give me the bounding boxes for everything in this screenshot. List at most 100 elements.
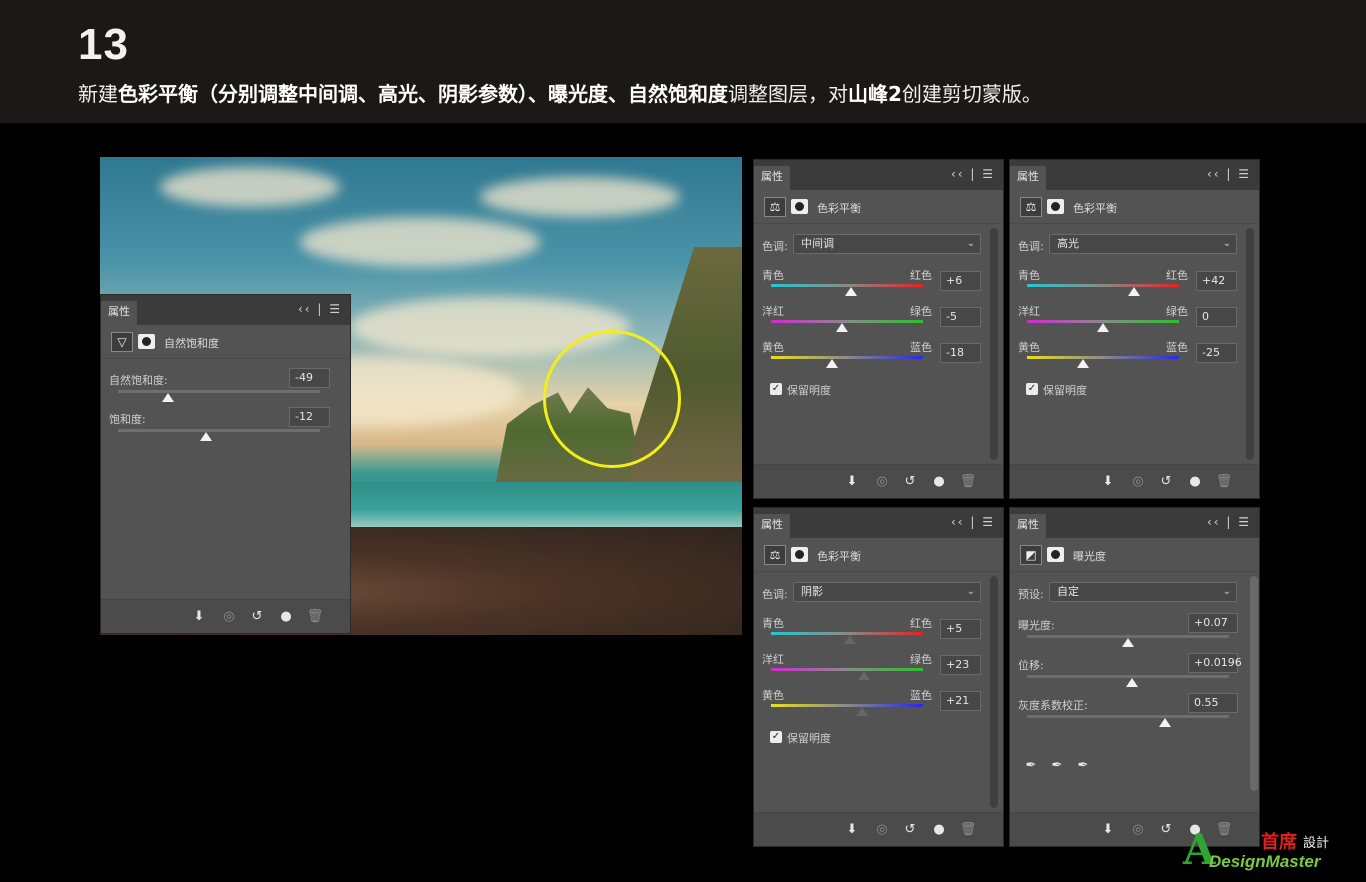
clip-to-layer-icon[interactable]: ⬇	[1097, 472, 1119, 492]
yellow-blue-input[interactable]: -18	[940, 343, 981, 363]
scrollbar[interactable]	[990, 576, 998, 808]
panel-menu-icon[interactable]: ‹‹ | ☰	[1207, 167, 1251, 181]
red-label: 红色	[1166, 269, 1188, 282]
clip-to-layer-icon[interactable]: ⬇	[1097, 820, 1119, 840]
preserve-luminosity-checkbox[interactable]: ✓	[1026, 383, 1038, 395]
cyan-red-slider-thumb[interactable]	[845, 287, 857, 296]
exposure-slider-thumb[interactable]	[1122, 638, 1134, 647]
gamma-slider-thumb[interactable]	[1159, 718, 1171, 727]
yellow-blue-input[interactable]: +21	[940, 691, 981, 711]
vibrance-slider-track[interactable]	[118, 390, 320, 393]
logo-cn-sub: 設計	[1303, 836, 1330, 851]
gray-eyedropper-icon[interactable]: ✒	[1046, 756, 1068, 776]
offset-input[interactable]: +0.0196	[1188, 653, 1242, 673]
magenta-green-input[interactable]: +23	[940, 655, 981, 675]
magenta-green-slider-thumb[interactable]	[1097, 323, 1109, 332]
cyan-red-slider-track[interactable]	[1027, 284, 1179, 287]
visibility-eye-icon[interactable]: ●	[275, 607, 297, 627]
scrollbar[interactable]	[990, 228, 998, 460]
magenta-green-input[interactable]: 0	[1196, 307, 1237, 327]
trash-icon[interactable]: 🗑	[1213, 472, 1235, 492]
view-previous-icon[interactable]: ◎	[1127, 472, 1149, 492]
vibrance-input[interactable]: -49	[289, 368, 330, 388]
preset-label: 预设:	[1018, 588, 1044, 601]
yellow-blue-slider-track[interactable]	[771, 356, 923, 359]
view-previous-icon[interactable]: ◎	[218, 607, 240, 627]
green-label: 绿色	[910, 653, 932, 666]
offset-slider-thumb[interactable]	[1126, 678, 1138, 687]
cyan-red-slider-thumb[interactable]	[844, 635, 856, 644]
properties-panel-color-balance-midtones: 属性 ‹‹ | ☰ ⚖ 色彩平衡 色调: 中间调 ⌄ 青色 红色 +6 洋红 绿色 -…	[753, 159, 1004, 499]
clip-to-layer-icon[interactable]: ⬇	[841, 820, 863, 840]
mask-icon[interactable]	[791, 199, 808, 214]
mask-icon[interactable]	[138, 334, 155, 349]
tab-properties[interactable]: 属性	[754, 166, 790, 190]
view-previous-icon[interactable]: ◎	[871, 820, 893, 840]
saturation-slider-track[interactable]	[118, 429, 320, 432]
panel-menu-icon[interactable]: ‹‹ | ☰	[951, 167, 995, 181]
scrollbar[interactable]	[1250, 576, 1258, 791]
mask-icon[interactable]	[791, 547, 808, 562]
designmaster-logo: A 首席 設計 DesignMaster	[1183, 826, 1361, 876]
tone-label: 色调:	[1018, 240, 1044, 253]
reset-icon[interactable]: ↺	[1155, 820, 1177, 840]
trash-icon[interactable]: 🗑	[957, 820, 979, 840]
tone-dropdown[interactable]: 高光 ⌄	[1049, 234, 1237, 254]
yellow-blue-slider-track[interactable]	[771, 704, 923, 707]
trash-icon[interactable]: 🗑	[304, 607, 326, 627]
cyan-red-input[interactable]: +6	[940, 271, 981, 291]
preset-dropdown[interactable]: 自定 ⌄	[1049, 582, 1237, 602]
view-previous-icon[interactable]: ◎	[871, 472, 893, 492]
offset-label: 位移:	[1018, 659, 1044, 672]
panel-menu-icon[interactable]: ‹‹ | ☰	[1207, 515, 1251, 529]
mask-icon[interactable]	[1047, 547, 1064, 562]
preserve-luminosity-checkbox[interactable]: ✓	[770, 383, 782, 395]
magenta-green-slider-thumb[interactable]	[858, 671, 870, 680]
white-eyedropper-icon[interactable]: ✒	[1072, 756, 1094, 776]
reset-icon[interactable]: ↺	[1155, 472, 1177, 492]
visibility-eye-icon[interactable]: ●	[928, 820, 950, 840]
magenta-label: 洋红	[762, 305, 784, 318]
panel-menu-icon[interactable]: ‹‹ | ☰	[298, 302, 342, 316]
tone-dropdown[interactable]: 阴影 ⌄	[793, 582, 981, 602]
gamma-input[interactable]: 0.55	[1188, 693, 1238, 713]
tab-properties[interactable]: 属性	[754, 514, 790, 538]
tab-properties[interactable]: 属性	[1010, 514, 1046, 538]
tab-properties[interactable]: 属性	[101, 301, 137, 325]
clip-to-layer-icon[interactable]: ⬇	[841, 472, 863, 492]
visibility-eye-icon[interactable]: ●	[1184, 472, 1206, 492]
yellow-blue-slider-thumb[interactable]	[1077, 359, 1089, 368]
panel-menu-icon[interactable]: ‹‹ | ☰	[951, 515, 995, 529]
tab-properties[interactable]: 属性	[1010, 166, 1046, 190]
yellow-blue-slider-thumb[interactable]	[826, 359, 838, 368]
gamma-slider-track[interactable]	[1027, 715, 1229, 718]
cyan-red-input[interactable]: +5	[940, 619, 981, 639]
trash-icon[interactable]: 🗑	[957, 472, 979, 492]
logo-en: DesignMaster	[1209, 852, 1321, 871]
magenta-green-slider-thumb[interactable]	[836, 323, 848, 332]
yellow-blue-input[interactable]: -25	[1196, 343, 1237, 363]
yellow-blue-slider-track[interactable]	[1027, 356, 1179, 359]
reset-icon[interactable]: ↺	[899, 820, 921, 840]
magenta-green-input[interactable]: -5	[940, 307, 981, 327]
saturation-input[interactable]: -12	[289, 407, 330, 427]
preserve-luminosity-checkbox[interactable]: ✓	[770, 731, 782, 743]
reset-icon[interactable]: ↺	[899, 472, 921, 492]
scrollbar[interactable]	[1246, 228, 1254, 460]
magenta-green-slider-track[interactable]	[771, 668, 923, 671]
preserve-luminosity-label: 保留明度	[787, 732, 831, 745]
reset-icon[interactable]: ↺	[246, 607, 268, 627]
yellow-blue-slider-thumb[interactable]	[856, 707, 868, 716]
visibility-eye-icon[interactable]: ●	[928, 472, 950, 492]
tone-dropdown[interactable]: 中间调 ⌄	[793, 234, 981, 254]
cyan-red-slider-thumb[interactable]	[1128, 287, 1140, 296]
clip-to-layer-icon[interactable]: ⬇	[188, 607, 210, 627]
black-eyedropper-icon[interactable]: ✒	[1020, 756, 1042, 776]
exposure-input[interactable]: +0.07	[1188, 613, 1238, 633]
vibrance-slider-thumb[interactable]	[162, 393, 174, 402]
cyan-red-input[interactable]: +42	[1196, 271, 1237, 291]
blue-label: 蓝色	[910, 689, 932, 702]
mask-icon[interactable]	[1047, 199, 1064, 214]
view-previous-icon[interactable]: ◎	[1127, 820, 1149, 840]
saturation-slider-thumb[interactable]	[200, 432, 212, 441]
